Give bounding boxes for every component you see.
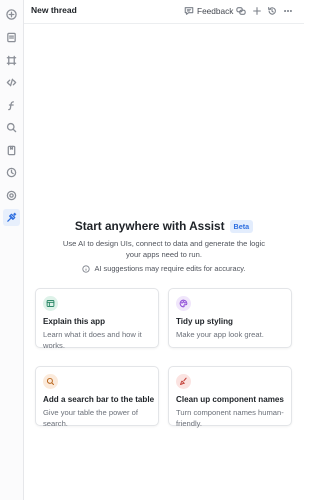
card-title: Add a search bar to the table	[43, 395, 155, 404]
suggestion-card-component-names[interactable]: Clean up component names Turn component …	[168, 366, 292, 428]
card-icon-badge	[176, 374, 191, 389]
history-button[interactable]	[266, 5, 278, 17]
new-thread-button[interactable]	[251, 5, 263, 17]
info-icon	[82, 264, 91, 273]
comment-icon	[184, 7, 194, 15]
plus-circle-icon	[6, 9, 17, 20]
hero-heading: Start anywhere with Assist Beta	[24, 219, 304, 233]
threads-button[interactable]	[235, 5, 247, 17]
beta-badge: Beta	[229, 219, 254, 233]
suggestion-card-styling[interactable]: Tidy up styling Make your app look great…	[168, 288, 292, 348]
broom-icon	[180, 377, 187, 385]
card-description: Make your app look great.	[176, 330, 264, 339]
bookmark-icon	[7, 145, 16, 156]
more-options-button[interactable]	[282, 5, 294, 17]
more-icon	[284, 9, 292, 13]
sidebar-assist-button[interactable]	[3, 209, 20, 226]
sidebar-code-button[interactable]	[3, 74, 20, 91]
thread-header: New thread Feedback	[24, 0, 304, 24]
card-icon-badge	[43, 374, 58, 389]
hero-subtitle: Use AI to design UIs, connect to data an…	[62, 239, 266, 259]
thread-title: New thread	[31, 5, 77, 15]
clock-icon	[6, 167, 17, 178]
chat-bubbles-icon	[236, 7, 246, 15]
code-icon	[6, 78, 17, 87]
search-icon	[46, 377, 54, 385]
card-title: Clean up component names	[176, 395, 284, 404]
ai-disclaimer: AI suggestions may require edits for acc…	[24, 264, 304, 273]
history-icon	[268, 6, 276, 15]
suggestion-card-search-bar[interactable]: Add a search bar to the table Give your …	[35, 366, 159, 428]
card-title: Explain this app	[43, 317, 106, 326]
palette-icon	[179, 299, 188, 308]
sidebar-pages-button[interactable]	[3, 29, 20, 46]
search-icon	[6, 122, 17, 133]
card-icon-badge	[43, 296, 58, 311]
sidebar-components-button[interactable]	[3, 52, 20, 69]
ai-disclaimer-text: AI suggestions may require edits for acc…	[94, 264, 246, 273]
card-description: Turn component names human-friendly.	[176, 408, 284, 428]
sidebar-storage-button[interactable]	[3, 142, 20, 159]
function-icon	[8, 101, 14, 111]
sidebar-search-button[interactable]	[3, 119, 20, 136]
sidebar-add-button[interactable]	[3, 6, 20, 23]
gear-icon	[6, 190, 17, 201]
card-icon-badge	[176, 296, 191, 311]
layout-icon	[46, 300, 55, 307]
assist-icon	[7, 212, 17, 222]
card-title: Tidy up styling	[176, 317, 233, 326]
document-icon	[7, 32, 16, 43]
hero-title: Start anywhere with Assist	[74, 219, 225, 233]
plus-icon	[253, 7, 261, 15]
sidebar-rail	[0, 0, 24, 500]
frame-icon	[6, 55, 17, 66]
feedback-button[interactable]: Feedback	[184, 4, 233, 18]
sidebar-functions-button[interactable]	[3, 97, 20, 114]
sidebar-settings-button[interactable]	[3, 187, 20, 204]
sidebar-history-button[interactable]	[3, 164, 20, 181]
card-description: Give your table the power of search.	[43, 408, 138, 428]
feedback-label: Feedback	[197, 6, 234, 16]
suggestion-card-explain[interactable]: Explain this app Learn what it does and …	[35, 288, 159, 350]
card-description: Learn what it does and how it works.	[43, 330, 142, 350]
